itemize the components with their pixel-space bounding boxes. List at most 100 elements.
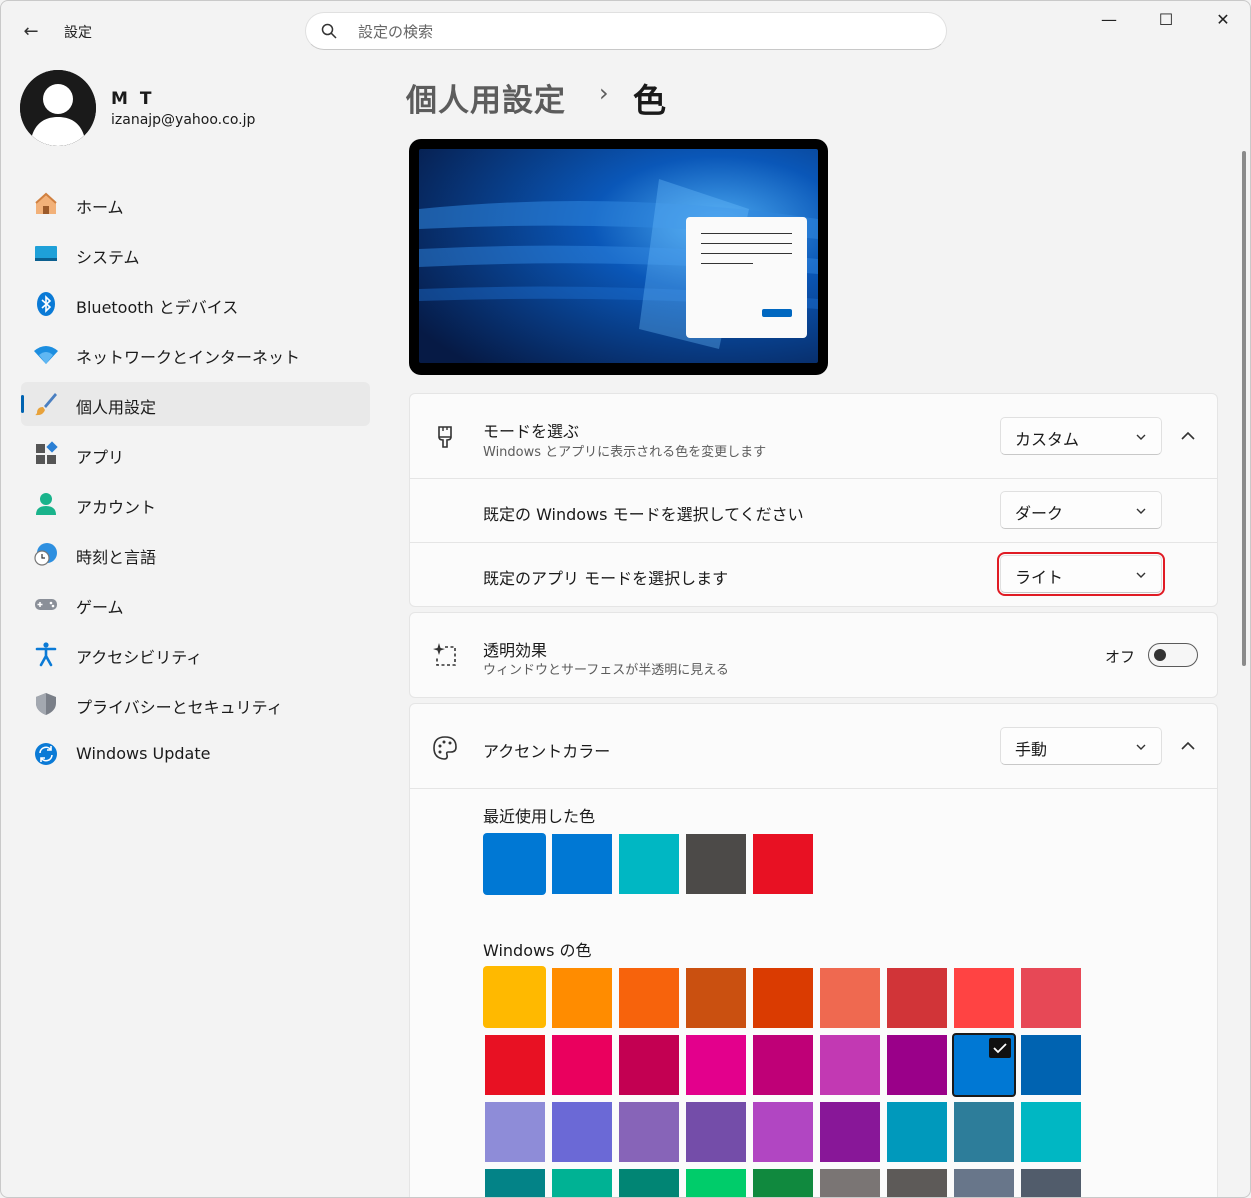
windows-color-swatch[interactable] — [954, 1169, 1014, 1197]
windows-color-swatch[interactable] — [1021, 1102, 1081, 1162]
windows-color-swatch[interactable] — [820, 1169, 880, 1197]
accessibility-icon — [35, 642, 57, 667]
windows-color-swatch[interactable] — [686, 1035, 746, 1095]
search-input[interactable] — [356, 19, 920, 45]
windows-color-swatch[interactable] — [483, 966, 546, 1028]
mode-dropdown[interactable]: カスタム — [1000, 417, 1162, 455]
windows-color-swatch[interactable] — [1021, 1169, 1081, 1197]
transparency-subtitle: ウィンドウとサーフェスが半透明に見える — [483, 663, 729, 678]
windows-color-swatch[interactable] — [485, 1035, 545, 1095]
sidebar-item-label: Bluetooth とデバイス — [76, 298, 239, 317]
avatar[interactable] — [20, 70, 96, 146]
transparency-toggle-state: オフ — [1105, 648, 1136, 666]
chevron-up-icon[interactable] — [1177, 735, 1199, 757]
windows-color-swatch[interactable] — [887, 968, 947, 1028]
preview-accent-button — [762, 309, 792, 317]
windows-color-swatch[interactable] — [485, 1102, 545, 1162]
divider — [410, 478, 1217, 479]
windows-color-swatch[interactable] — [887, 1169, 947, 1197]
selection-indicator — [21, 395, 24, 413]
windows-color-swatch[interactable] — [887, 1035, 947, 1095]
windows-color-swatch[interactable] — [552, 1035, 612, 1095]
windows-color-swatch[interactable] — [552, 968, 612, 1028]
windows-color-swatch[interactable] — [820, 1102, 880, 1162]
windows-color-swatch[interactable] — [820, 968, 880, 1028]
windows-color-swatch[interactable] — [686, 968, 746, 1028]
windows-color-swatch[interactable] — [619, 968, 679, 1028]
recent-color-swatch[interactable] — [753, 834, 813, 894]
home-icon — [35, 192, 57, 214]
recent-color-swatch[interactable] — [552, 834, 612, 894]
windows-color-swatch[interactable] — [619, 1169, 679, 1197]
sidebar-item-label: ホーム — [76, 198, 124, 217]
checkmark-icon — [989, 1038, 1011, 1058]
sidebar-item-accessibility[interactable]: アクセシビリティ — [21, 632, 370, 676]
app-title: 設定 — [64, 25, 92, 41]
sidebar-item-label: アプリ — [76, 448, 125, 467]
mode-subtitle: Windows とアプリに表示される色を変更します — [483, 445, 767, 460]
sidebar-item-home[interactable]: ホーム — [21, 182, 370, 226]
transparency-effects-icon — [433, 643, 456, 666]
breadcrumb-separator: › — [599, 79, 609, 107]
app-mode-dropdown[interactable]: ライト — [997, 552, 1165, 596]
windows-color-swatch[interactable] — [619, 1035, 679, 1095]
close-button[interactable]: ✕ — [1195, 5, 1250, 35]
sidebar-item-accounts[interactable]: アカウント — [21, 482, 370, 526]
recent-color-swatch[interactable] — [686, 834, 746, 894]
windows-color-swatch[interactable] — [1021, 968, 1081, 1028]
windows-color-swatch[interactable] — [619, 1102, 679, 1162]
chevron-up-icon[interactable] — [1177, 425, 1199, 447]
sidebar-item-label: システム — [76, 248, 140, 267]
windows-mode-label: 既定の Windows モードを選択してください — [483, 505, 804, 524]
sidebar-item-windows-update[interactable]: Windows Update — [21, 732, 370, 776]
windows-color-swatch[interactable] — [485, 1169, 545, 1197]
selected-color-swatch[interactable] — [952, 1033, 1016, 1097]
windows-color-swatch[interactable] — [552, 1102, 612, 1162]
page-title: 色 — [633, 81, 666, 120]
minimize-button[interactable]: — — [1081, 5, 1137, 35]
windows-mode-dropdown[interactable]: ダーク — [1000, 491, 1162, 529]
sidebar-item-label: プライバシーとセキュリティ — [76, 698, 283, 717]
transparency-title: 透明効果 — [483, 641, 548, 660]
windows-color-swatch[interactable] — [753, 1169, 813, 1197]
transparency-toggle[interactable] — [1148, 643, 1198, 667]
sidebar-item-network[interactable]: ネットワークとインターネット — [21, 332, 370, 376]
windows-color-swatch[interactable] — [753, 1035, 813, 1095]
windows-color-swatch[interactable] — [820, 1035, 880, 1095]
paint-brush-icon — [438, 426, 452, 448]
app-mode-label: 既定のアプリ モードを選択します — [483, 569, 729, 588]
accent-mode-dropdown[interactable]: 手動 — [1000, 727, 1162, 765]
windows-mode-value: ダーク — [1015, 504, 1064, 523]
chevron-down-icon — [1136, 572, 1146, 578]
recent-colors-label: 最近使用した色 — [483, 807, 596, 826]
windows-color-swatch[interactable] — [1021, 1035, 1081, 1095]
sidebar-item-gaming[interactable]: ゲーム — [21, 582, 370, 626]
recent-color-swatch[interactable] — [483, 833, 546, 895]
windows-color-swatch[interactable] — [954, 968, 1014, 1028]
back-arrow-icon[interactable]: ← — [19, 21, 43, 43]
chevron-down-icon — [1136, 434, 1146, 440]
user-name: M T — [111, 89, 155, 109]
sidebar-item-apps[interactable]: アプリ — [21, 432, 370, 476]
windows-color-swatch[interactable] — [686, 1169, 746, 1197]
breadcrumb-parent[interactable]: 個人用設定 — [406, 75, 566, 120]
sidebar-item-label: 個人用設定 — [76, 398, 157, 417]
windows-color-swatch[interactable] — [887, 1102, 947, 1162]
windows-color-swatch[interactable] — [753, 968, 813, 1028]
windows-color-swatch[interactable] — [552, 1169, 612, 1197]
windows-color-swatch[interactable] — [954, 1102, 1014, 1162]
recent-color-swatch[interactable] — [619, 834, 679, 894]
preview-window-mock — [686, 217, 807, 338]
sidebar-item-label: ゲーム — [76, 598, 124, 617]
windows-color-swatch[interactable] — [753, 1102, 813, 1162]
sidebar-item-bluetooth[interactable]: Bluetooth とデバイス — [21, 282, 370, 326]
sidebar-item-system[interactable]: システム — [21, 232, 370, 276]
search-icon — [321, 23, 337, 39]
sidebar-item-time-language[interactable]: 時刻と言語 — [21, 532, 370, 576]
sidebar-item-personalization[interactable]: 個人用設定 — [21, 382, 370, 426]
maximize-button[interactable]: ☐ — [1138, 5, 1194, 35]
scrollbar[interactable] — [1242, 151, 1246, 666]
windows-color-swatch[interactable] — [686, 1102, 746, 1162]
sidebar-item-privacy[interactable]: プライバシーとセキュリティ — [21, 682, 370, 726]
search-box[interactable] — [305, 12, 947, 50]
